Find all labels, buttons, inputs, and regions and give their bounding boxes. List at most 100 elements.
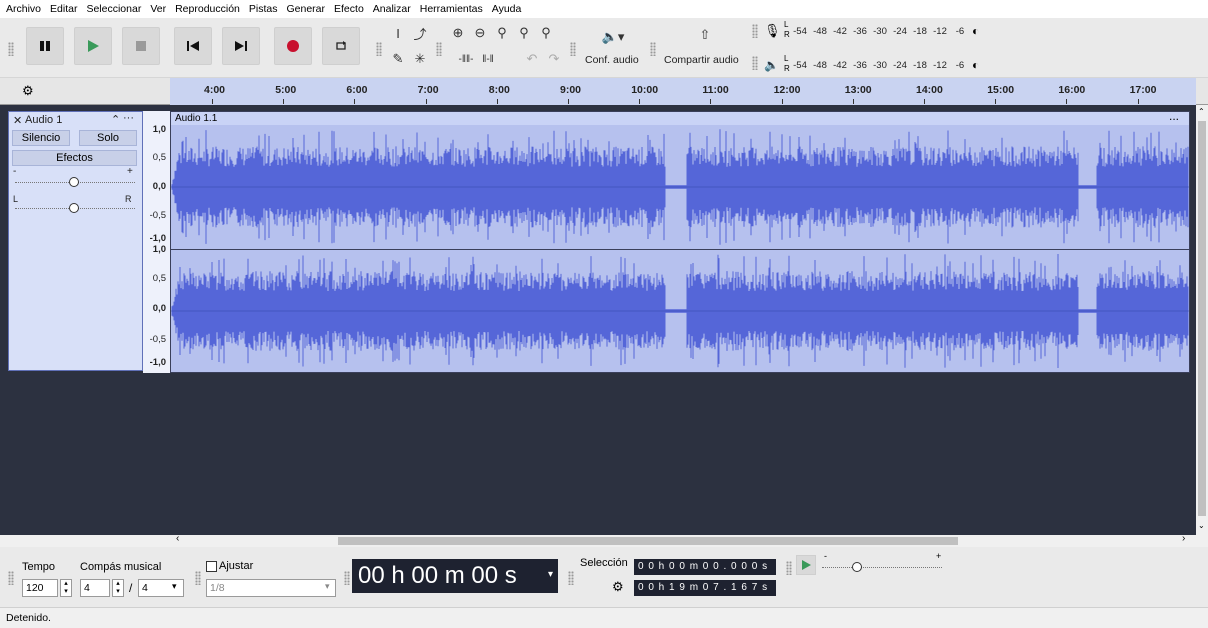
selection-grip[interactable] <box>568 571 574 585</box>
share-upload-icon[interactable]: ⇧ <box>695 26 715 44</box>
gain-slider-knob[interactable] <box>69 177 79 187</box>
zoom-selection-icon[interactable]: ⚲ <box>492 24 512 42</box>
share-grip[interactable] <box>650 42 656 56</box>
meter-tick: -18 <box>913 25 927 37</box>
close-track-icon[interactable]: ✕ <box>13 114 22 127</box>
menu-archivo[interactable]: Archivo <box>6 3 41 15</box>
numerator-spinner[interactable]: ▴ ▾ <box>112 579 124 597</box>
recording-meter[interactable]: 🎙 L R -54 -48 -42 -36 -30 -24 -18 -12 -6… <box>760 20 1010 42</box>
time-display-dropdown-icon[interactable]: ▾ <box>548 569 553 580</box>
speaker-dropdown-icon[interactable]: 🔈▾ <box>598 28 628 46</box>
bottom-grip[interactable] <box>8 571 14 585</box>
record-button[interactable] <box>274 27 312 65</box>
edit-grip[interactable] <box>436 42 442 56</box>
selection-start-time[interactable]: 0 0 h 0 0 m 0 0 . 0 0 0 s <box>634 559 776 575</box>
time-sig-numerator[interactable]: 4 <box>80 579 110 597</box>
menu-reproduccion[interactable]: Reproducción <box>175 3 240 15</box>
mute-button[interactable]: Silencio <box>12 130 70 146</box>
loop-button[interactable] <box>322 27 360 65</box>
playback-speed-knob[interactable] <box>852 562 862 572</box>
pan-slider-knob[interactable] <box>69 203 79 213</box>
time-display[interactable]: 00 h 00 m 00 s <box>352 559 558 593</box>
menu-ayuda[interactable]: Ayuda <box>492 3 522 15</box>
vertical-scroll-thumb[interactable] <box>1198 121 1206 516</box>
track-menu-icon[interactable]: ··· <box>123 112 134 124</box>
snap-dropdown[interactable]: 1/8 <box>206 579 336 597</box>
silence-audio-icon[interactable]: ǁ-ǁ <box>478 50 498 68</box>
solo-button[interactable]: Solo <box>79 130 137 146</box>
time-grip[interactable] <box>344 571 350 585</box>
audio-setup-button[interactable]: Conf. audio <box>585 54 639 66</box>
playback-speed-slider[interactable] <box>822 567 942 568</box>
tempo-input[interactable]: 120 <box>22 579 58 597</box>
play-button[interactable] <box>74 27 112 65</box>
menu-herramientas[interactable]: Herramientas <box>420 3 483 15</box>
stop-icon <box>136 41 146 51</box>
time-signature-label: Compás musical <box>80 561 162 573</box>
menu-seleccionar[interactable]: Seleccionar <box>86 3 141 15</box>
audio-clip[interactable]: Audio 1.1 ... <box>170 110 1190 373</box>
microphone-icon: 🎙 <box>764 23 781 38</box>
waveform-left-channel[interactable] <box>171 125 1189 249</box>
audio-setup-grip[interactable] <box>570 42 576 56</box>
toolbar-grip[interactable] <box>8 42 14 56</box>
meter-tick: -42 <box>833 25 847 37</box>
selection-end-time[interactable]: 0 0 h 1 9 m 0 7 . 1 6 7 s <box>634 580 776 596</box>
draw-tool-icon[interactable]: ✎ <box>388 50 408 68</box>
meter-tick: -12 <box>933 25 947 37</box>
tempo-spinner[interactable]: ▴ ▾ <box>60 579 72 597</box>
time-sig-denominator[interactable]: 4 <box>138 579 184 597</box>
timeline-band[interactable] <box>170 78 1196 105</box>
waveform-right-channel[interactable] <box>171 250 1189 372</box>
zoom-fit-icon[interactable]: ⚲ <box>514 24 534 42</box>
meter-tick: -12 <box>933 59 947 71</box>
play-at-speed-button[interactable] <box>796 555 816 575</box>
clip-title-bar[interactable]: Audio 1.1 ... <box>171 110 1189 125</box>
redo-icon[interactable]: ↷ <box>544 50 564 68</box>
undo-icon[interactable]: ↶ <box>522 50 542 68</box>
select-tool-icon[interactable]: I <box>388 24 408 42</box>
tools-grip[interactable] <box>376 42 382 56</box>
skip-end-button[interactable] <box>222 27 260 65</box>
play-at-speed-grip[interactable] <box>786 561 792 575</box>
denominator-dropdown-icon[interactable]: ▾ <box>172 581 177 592</box>
playback-meter[interactable]: 🔈 L R -54 -48 -42 -36 -30 -24 -18 -12 -6… <box>760 54 1010 76</box>
zoom-in-icon[interactable]: ⊕ <box>448 24 468 42</box>
snap-grip[interactable] <box>195 571 201 585</box>
scroll-down-icon[interactable]: ⌄ <box>1198 521 1205 530</box>
vertical-scrollbar[interactable]: ⌃ ⌄ <box>1196 105 1208 535</box>
share-audio-button[interactable]: Compartir audio <box>664 54 739 66</box>
menu-analizar[interactable]: Analizar <box>373 3 411 15</box>
horizontal-scroll-thumb[interactable] <box>338 537 958 545</box>
clip-menu-icon[interactable]: ... <box>1169 110 1179 123</box>
envelope-tool-icon[interactable]: ⤴ <box>410 24 430 42</box>
timeline-settings-icon[interactable]: ⚙ <box>22 83 34 99</box>
menu-editar[interactable]: Editar <box>50 3 77 15</box>
selection-settings-icon[interactable]: ⚙ <box>612 579 624 595</box>
meter-grip-rec[interactable] <box>752 24 758 38</box>
meter-grip-play[interactable] <box>752 56 758 70</box>
scroll-left-icon[interactable]: ‹ <box>176 533 179 544</box>
zoom-out-icon[interactable]: ⊖ <box>470 24 490 42</box>
snap-checkbox[interactable] <box>206 561 217 572</box>
trim-audio-icon[interactable]: -ǁǁ- <box>456 50 476 68</box>
scroll-up-icon[interactable]: ⌃ <box>1198 107 1205 116</box>
menu-ver[interactable]: Ver <box>150 3 166 15</box>
stop-button[interactable] <box>122 27 160 65</box>
zoom-toggle-icon[interactable]: ⚲ <box>536 24 556 42</box>
pause-button[interactable] <box>26 27 64 65</box>
effects-button[interactable]: Efectos <box>12 150 137 166</box>
menu-pistas[interactable]: Pistas <box>249 3 278 15</box>
tracks-area[interactable]: ✕ Audio 1 ⌃ ··· Silencio Solo Efectos - … <box>0 105 1196 535</box>
multi-tool-icon[interactable]: ✳ <box>410 50 430 68</box>
scroll-right-icon[interactable]: › <box>1182 533 1185 544</box>
collapse-icon[interactable]: ⌃ <box>111 113 120 126</box>
horizontal-scrollbar[interactable]: ‹ › <box>170 533 1208 547</box>
skip-start-button[interactable] <box>174 27 212 65</box>
menu-efecto[interactable]: Efecto <box>334 3 364 15</box>
snap-dropdown-icon[interactable]: ▾ <box>325 581 330 592</box>
menu-generar[interactable]: Generar <box>286 3 325 15</box>
meter-l: L <box>784 54 789 63</box>
track-name[interactable]: Audio 1 <box>25 114 62 126</box>
timeline-ruler[interactable]: ⚙ 4:00 5:00 6:00 7:00 8:00 9:00 10:00 11:00 12:0… <box>0 78 1208 105</box>
